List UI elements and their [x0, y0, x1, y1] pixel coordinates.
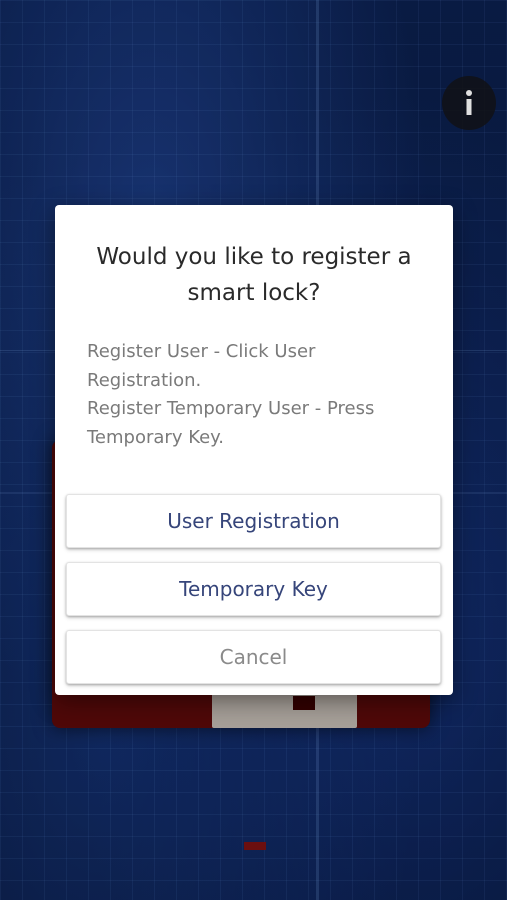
dialog-title: Would you like to register a smart lock? — [96, 244, 412, 306]
dialog-message: Register User - Click User Registration.… — [87, 338, 425, 453]
temporary-key-button[interactable]: Temporary Key — [66, 562, 441, 616]
dialog-message-line: Register Temporary User - Press Temporar… — [87, 398, 375, 449]
register-smart-lock-dialog: Would you like to register a smart lock?… — [55, 205, 453, 695]
cancel-button[interactable]: Cancel — [66, 630, 441, 684]
user-registration-button[interactable]: User Registration — [66, 494, 441, 548]
dialog-message-line: Register User - Click User Registration. — [87, 341, 316, 391]
